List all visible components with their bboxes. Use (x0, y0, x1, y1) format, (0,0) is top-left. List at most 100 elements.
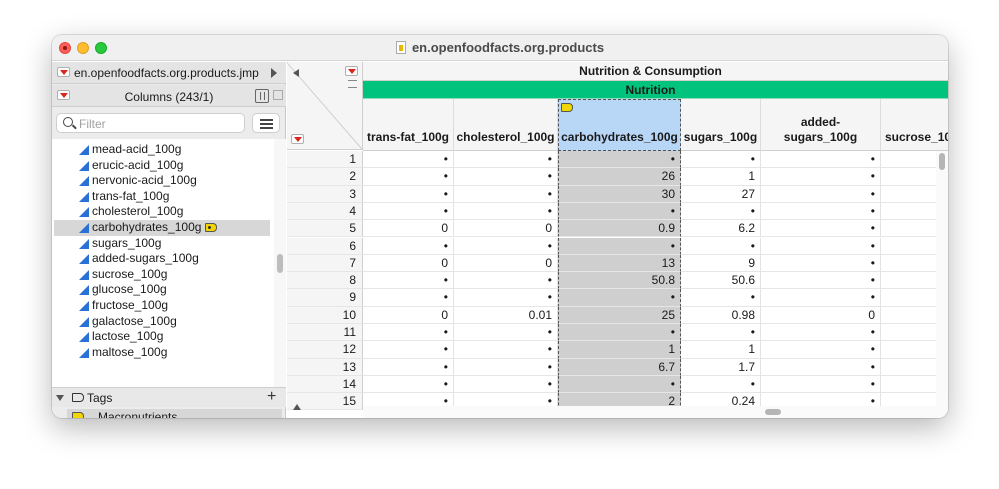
table-cell[interactable]: • (454, 237, 558, 255)
column-list-item[interactable]: added-sugars_100g (54, 251, 270, 267)
table-cell[interactable]: • (681, 237, 761, 255)
row-number[interactable]: 9 (287, 289, 363, 307)
table-cell[interactable]: • (558, 202, 681, 221)
table-cell[interactable]: 26 (558, 168, 681, 186)
scroll-up-arrow-icon[interactable] (293, 404, 301, 410)
table-cell[interactable]: • (558, 324, 681, 342)
row-number[interactable]: 4 (287, 202, 363, 221)
panel-expand-icon[interactable] (273, 90, 283, 100)
row-number[interactable]: 10 (287, 306, 363, 324)
table-cell[interactable]: • (558, 237, 681, 255)
table-cell[interactable]: • (454, 358, 558, 376)
table-cell[interactable]: 27 (681, 185, 761, 203)
row-number[interactable]: 2 (287, 168, 363, 186)
table-cell[interactable]: 9 (681, 254, 761, 273)
column-list-item[interactable]: erucic-acid_100g (54, 158, 270, 174)
vertical-scrollbar[interactable] (936, 151, 948, 418)
rows-red-triangle-menu[interactable] (291, 134, 304, 144)
column-header[interactable]: added- sugars_100g (761, 99, 881, 151)
column-list-item[interactable]: nervonic-acid_100g (54, 173, 270, 189)
table-cell[interactable]: • (363, 358, 454, 376)
column-list-scrollbar[interactable] (274, 139, 286, 387)
table-cell[interactable]: • (454, 151, 558, 169)
table-cell[interactable]: • (681, 151, 761, 169)
disclosure-down-icon[interactable] (56, 395, 64, 401)
table-cell[interactable]: • (363, 375, 454, 394)
table-cell[interactable]: 0 (363, 220, 454, 238)
table-cell[interactable]: • (363, 272, 454, 290)
table-cell[interactable]: • (761, 289, 881, 307)
table-cell[interactable]: 1.7 (681, 358, 761, 376)
column-header[interactable]: trans-fat_100g (363, 99, 454, 151)
table-cell[interactable]: 0 (761, 306, 881, 324)
table-cell[interactable]: • (681, 202, 761, 221)
table-cell[interactable]: • (363, 202, 454, 221)
row-number[interactable]: 13 (287, 358, 363, 376)
table-cell[interactable]: • (761, 237, 881, 255)
table-cell[interactable]: 0 (454, 254, 558, 273)
table-cell[interactable]: 1 (681, 168, 761, 186)
table-cell[interactable]: • (363, 237, 454, 255)
filter-field[interactable] (56, 113, 245, 133)
table-cell[interactable]: • (363, 289, 454, 307)
table-cell[interactable]: 30 (558, 185, 681, 203)
column-list-item[interactable]: trans-fat_100g (54, 189, 270, 205)
table-cell[interactable]: • (363, 185, 454, 203)
column-group-header-nutrition[interactable]: Nutrition (363, 81, 948, 99)
table-cell[interactable]: • (558, 289, 681, 307)
column-header[interactable]: carbohydrates_100g (558, 99, 681, 151)
column-group-header-nutrition-consumption[interactable]: Nutrition & Consumption (363, 62, 948, 81)
column-header[interactable]: sugars_100g (681, 99, 761, 151)
column-list-item[interactable]: glucose_100g (54, 282, 270, 298)
table-cell[interactable]: 6.7 (558, 358, 681, 376)
row-number[interactable]: 8 (287, 272, 363, 290)
table-cell[interactable]: • (761, 168, 881, 186)
table-cell[interactable]: 50.6 (681, 272, 761, 290)
table-cell[interactable]: • (454, 289, 558, 307)
column-list-scroll-thumb[interactable] (277, 254, 283, 273)
column-list-item[interactable]: maltose_100g (54, 345, 270, 361)
table-cell[interactable]: 0.98 (681, 306, 761, 324)
table-cell[interactable]: 1 (681, 341, 761, 359)
filter-input[interactable] (79, 116, 239, 131)
table-cell[interactable]: • (454, 168, 558, 186)
table-cell[interactable]: • (558, 375, 681, 394)
table-cell[interactable]: 1 (558, 341, 681, 359)
table-cell[interactable]: • (454, 341, 558, 359)
table-name[interactable]: en.openfoodfacts.org.products.jmp (74, 66, 259, 80)
horizontal-scroll-thumb[interactable] (765, 409, 781, 415)
column-header[interactable]: sucrose_100g (881, 99, 948, 151)
table-cell[interactable]: • (681, 289, 761, 307)
table-cell[interactable]: • (363, 168, 454, 186)
table-cell[interactable]: • (761, 151, 881, 169)
table-cell[interactable]: • (761, 324, 881, 342)
tag-item-macronutrients[interactable]: Macronutrients (67, 409, 282, 418)
collapse-left-icon[interactable] (293, 69, 299, 77)
row-number[interactable]: 11 (287, 324, 363, 342)
column-list-item[interactable]: cholesterol_100g (54, 204, 270, 220)
row-number[interactable]: 7 (287, 254, 363, 273)
column-viewer-icon[interactable] (255, 89, 269, 103)
column-list-item[interactable]: sugars_100g (54, 236, 270, 252)
table-cell[interactable]: • (761, 254, 881, 273)
run-script-arrow-icon[interactable] (271, 68, 277, 78)
table-cell[interactable]: • (761, 375, 881, 394)
table-cell[interactable]: • (761, 185, 881, 203)
vertical-scroll-thumb[interactable] (939, 153, 945, 170)
table-cell[interactable]: • (363, 151, 454, 169)
column-list-item-selected[interactable]: carbohydrates_100g (54, 220, 270, 236)
table-cell[interactable]: 0 (363, 306, 454, 324)
filter-options-button[interactable] (252, 113, 280, 133)
table-cell[interactable]: 0 (363, 254, 454, 273)
table-cell[interactable]: • (363, 341, 454, 359)
table-cell[interactable]: 25 (558, 306, 681, 324)
table-cell[interactable]: • (558, 151, 681, 169)
horizontal-scrollbar[interactable] (363, 406, 936, 418)
table-cell[interactable]: • (681, 324, 761, 342)
table-cell[interactable]: • (454, 202, 558, 221)
table-cell[interactable]: • (454, 185, 558, 203)
row-number[interactable]: 3 (287, 185, 363, 203)
table-cell[interactable]: • (761, 358, 881, 376)
tags-section-header[interactable]: Tags + (52, 387, 286, 407)
column-header[interactable]: cholesterol_100g (454, 99, 558, 151)
